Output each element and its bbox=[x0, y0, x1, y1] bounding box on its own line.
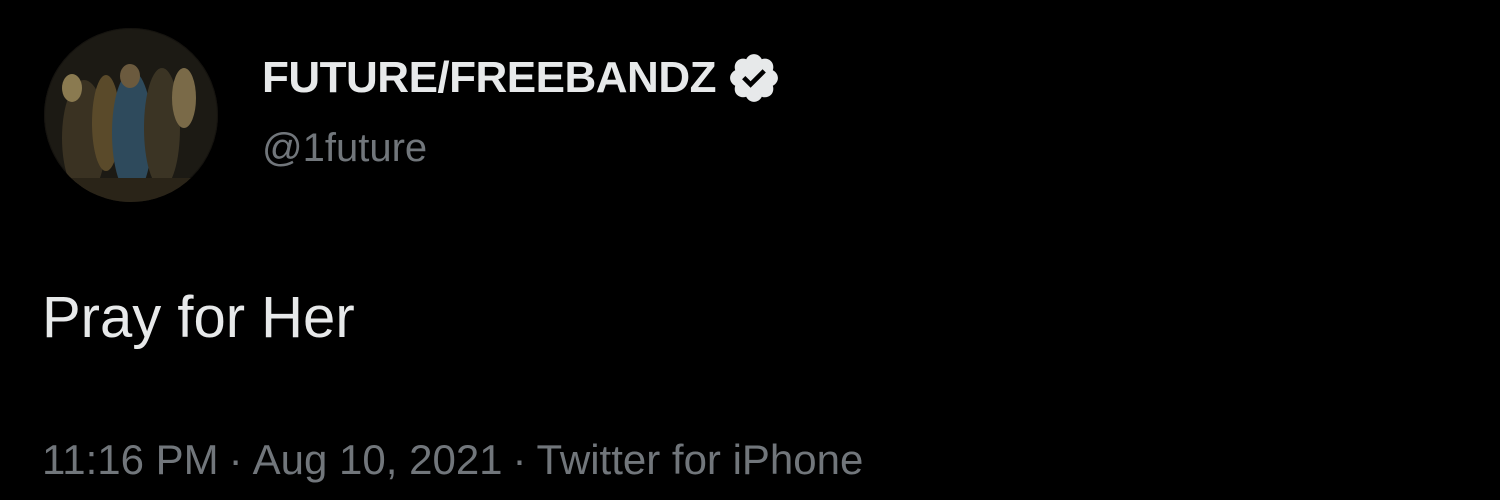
display-name[interactable]: FUTURE/FREEBANDZ bbox=[262, 53, 716, 103]
tweet-text: Pray for Her bbox=[42, 285, 355, 350]
author-row: FUTURE/FREEBANDZ bbox=[262, 50, 782, 106]
meta-separator: · bbox=[512, 436, 527, 483]
profile-photo bbox=[44, 28, 218, 202]
tweet-time[interactable]: 11:16 PM bbox=[42, 436, 219, 483]
tweet: FUTURE/FREEBANDZ @1future Pray for Her 1… bbox=[0, 0, 1500, 500]
avatar[interactable] bbox=[44, 28, 218, 202]
tweet-source[interactable]: Twitter for iPhone bbox=[537, 436, 864, 483]
verified-badge-icon bbox=[726, 50, 782, 106]
tweet-date[interactable]: Aug 10, 2021 bbox=[253, 436, 503, 483]
tweet-meta: 11:16 PM · Aug 10, 2021 · Twitter for iPhone bbox=[42, 436, 863, 484]
meta-separator: · bbox=[228, 436, 243, 483]
user-handle[interactable]: @1future bbox=[262, 126, 427, 171]
